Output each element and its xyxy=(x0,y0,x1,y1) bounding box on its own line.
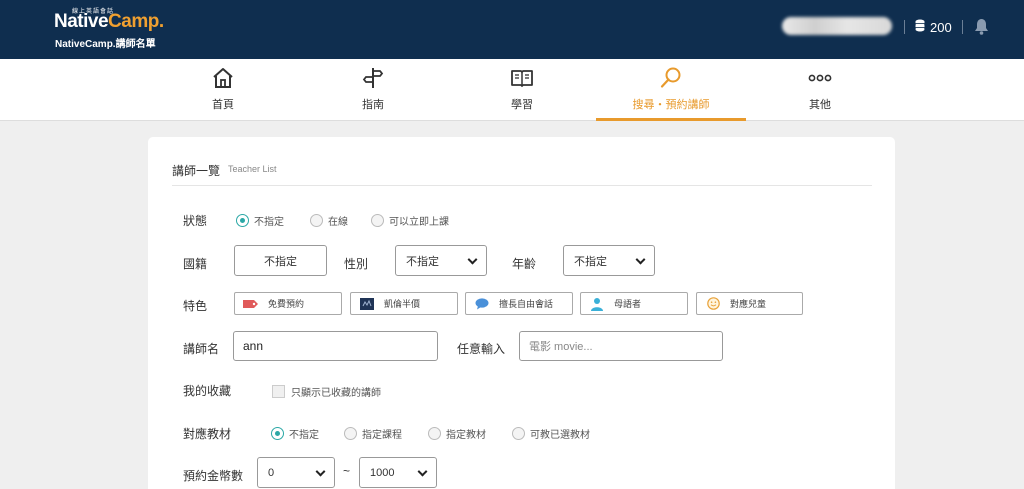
coins-range-label: 預約金幣數 xyxy=(183,469,244,483)
coins-max-value: 1000 xyxy=(370,466,395,479)
feature-kids[interactable]: 對應兒童 xyxy=(696,292,803,315)
nationality-button[interactable]: 不指定 xyxy=(234,245,327,276)
features-label: 特色 xyxy=(183,299,208,313)
nav-other[interactable]: 其他 xyxy=(745,59,895,121)
logo-native-text: Native xyxy=(54,11,109,32)
nav-label: 學習 xyxy=(511,99,533,111)
feature-label: 免費預約 xyxy=(268,299,305,309)
nav-guide[interactable]: 指南 xyxy=(298,59,448,121)
main-nav: 首頁 指南 學習 搜尋・預約講師 其他 xyxy=(0,59,1024,121)
coins-max-select[interactable]: 1000 xyxy=(359,457,437,488)
checkbox-box xyxy=(272,385,285,398)
nativecamp-logo[interactable]: NativeCamp. xyxy=(54,11,164,33)
card-title: 講師一覽 xyxy=(172,164,221,178)
radio-dot xyxy=(310,214,323,227)
card-title-en: Teacher List xyxy=(228,164,277,174)
coins-icon xyxy=(915,19,925,32)
status-radio-available-now[interactable]: 可以立即上課 xyxy=(371,213,449,228)
badge-icon xyxy=(359,297,375,310)
nationality-label: 國籍 xyxy=(183,257,208,271)
nav-study[interactable]: 學習 xyxy=(447,59,597,121)
nav-home[interactable]: 首頁 xyxy=(148,59,298,121)
feature-free-conversation[interactable]: 擅長自由會話 xyxy=(465,292,573,315)
materials-radio-selected[interactable]: 可教已選教材 xyxy=(512,426,590,441)
range-separator: ~ xyxy=(343,464,351,478)
signpost-icon xyxy=(362,68,384,88)
site-tagline: NativeCamp.講師名單 xyxy=(55,39,156,50)
radio-label: 可以立即上課 xyxy=(389,217,449,228)
feature-half-price[interactable]: 凱倫半價 xyxy=(350,292,458,315)
radio-dot xyxy=(271,427,284,440)
gender-select-value: 不指定 xyxy=(406,255,439,268)
coin-balance: 200 xyxy=(930,20,952,35)
age-select[interactable]: 不指定 xyxy=(563,245,655,276)
header-divider xyxy=(904,20,905,34)
keyword-input[interactable]: 電影 movie... xyxy=(519,331,723,361)
chat-bubble-icon xyxy=(474,297,490,310)
radio-dot xyxy=(428,427,441,440)
feature-label: 凱倫半價 xyxy=(384,299,421,309)
radio-dot xyxy=(371,214,384,227)
tag-icon xyxy=(243,298,259,310)
radio-label: 不指定 xyxy=(254,217,284,228)
coins-min-select[interactable]: 0 xyxy=(257,457,335,488)
chevron-down-icon xyxy=(417,466,428,477)
divider xyxy=(172,185,872,186)
book-icon xyxy=(511,70,533,87)
nav-search-teachers[interactable]: 搜尋・預約講師 xyxy=(596,59,746,121)
teacher-name-input[interactable]: ann xyxy=(233,331,438,361)
nav-label: 指南 xyxy=(362,99,384,111)
age-label: 年齡 xyxy=(512,257,537,271)
smiley-icon xyxy=(705,297,721,310)
feature-free-booking[interactable]: 免費預約 xyxy=(234,292,342,315)
materials-radio-textbook[interactable]: 指定教材 xyxy=(428,426,486,441)
free-input-label: 任意輸入 xyxy=(457,342,506,356)
gender-label: 性別 xyxy=(344,257,369,271)
header-divider xyxy=(962,20,963,34)
teacher-name-label: 講師名 xyxy=(183,342,220,356)
search-icon xyxy=(660,67,681,88)
checkbox-label: 只顯示已收藏的講師 xyxy=(291,388,381,399)
nav-label: 搜尋・預約講師 xyxy=(632,99,710,111)
radio-label: 不指定 xyxy=(289,430,319,441)
nav-label: 其他 xyxy=(809,99,831,111)
radio-dot xyxy=(512,427,525,440)
favorites-only-checkbox[interactable]: 只顯示已收藏的講師 xyxy=(272,384,381,399)
teacher-search-card: 講師一覽 Teacher List 狀態 不指定 在線 可以立即上課 國籍 不指… xyxy=(148,137,895,489)
nav-label: 首頁 xyxy=(212,99,234,111)
home-icon xyxy=(213,68,233,88)
radio-label: 在線 xyxy=(328,217,348,228)
status-radio-any[interactable]: 不指定 xyxy=(236,213,284,228)
status-radio-online[interactable]: 在線 xyxy=(310,213,348,228)
materials-label: 對應教材 xyxy=(183,427,232,441)
gender-select[interactable]: 不指定 xyxy=(395,245,487,276)
favorites-label: 我的收藏 xyxy=(183,384,232,398)
feature-label: 對應兒童 xyxy=(730,299,767,309)
feature-label: 擅長自由會話 xyxy=(499,299,554,309)
materials-radio-any[interactable]: 不指定 xyxy=(271,426,319,441)
coins-min-value: 0 xyxy=(268,466,275,479)
chevron-down-icon xyxy=(635,254,646,265)
status-label: 狀態 xyxy=(183,214,208,228)
chevron-down-icon xyxy=(467,254,478,265)
top-header-bar: 線上英語會話 NativeCamp. NativeCamp.講師名單 200 xyxy=(0,0,1024,59)
age-select-value: 不指定 xyxy=(574,255,607,268)
materials-radio-course[interactable]: 指定課程 xyxy=(344,426,402,441)
user-menu-blurred[interactable] xyxy=(782,17,892,35)
bell-icon[interactable] xyxy=(974,18,989,35)
radio-label: 指定教材 xyxy=(446,430,486,441)
radio-label: 可教已選教材 xyxy=(530,430,590,441)
radio-label: 指定課程 xyxy=(362,430,402,441)
feature-label: 母語者 xyxy=(614,299,642,309)
more-icon xyxy=(808,74,832,82)
chevron-down-icon xyxy=(315,466,326,477)
feature-native-speaker[interactable]: 母語者 xyxy=(580,292,688,315)
logo-camp-text: Camp. xyxy=(108,11,164,32)
radio-dot xyxy=(344,427,357,440)
person-icon xyxy=(589,297,605,311)
radio-dot xyxy=(236,214,249,227)
